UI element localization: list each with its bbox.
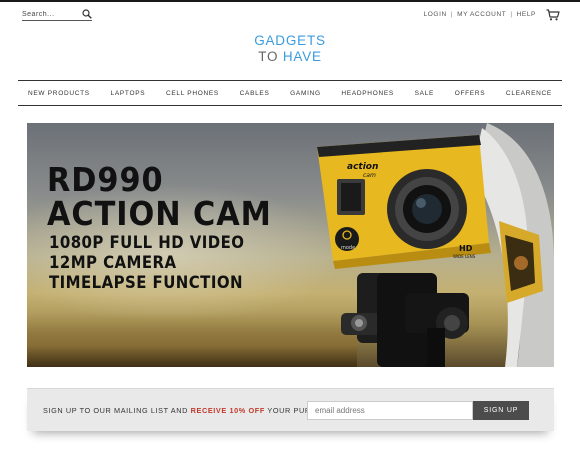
search-input[interactable] (22, 9, 78, 20)
camera-brand-text: action (347, 162, 378, 172)
email-field[interactable] (307, 401, 473, 420)
camera-lens-text: WIDE LENS (453, 254, 476, 259)
banner-specs: 1080P FULL HD VIDEO 12MP CAMERA TIMELAPS… (49, 233, 244, 293)
login-link[interactable]: LOGIN (424, 11, 447, 18)
nav-item-headphones[interactable]: HEADPHONES (341, 90, 394, 97)
site-logo[interactable]: GADGETS TO HAVE (0, 33, 580, 65)
search-box[interactable] (22, 9, 92, 21)
main-nav: NEW PRODUCTS LAPTOPS CELL PHONES CABLES … (18, 80, 562, 106)
spec-video: 1080P FULL HD VIDEO (49, 233, 245, 253)
nav-item-clearence[interactable]: CLEARENCE (506, 90, 552, 97)
camera-mode-label: mode (341, 245, 355, 251)
sign-up-button[interactable]: SIGN UP (473, 401, 529, 420)
banner-model: RD990 (47, 160, 164, 199)
spec-timelapse: TIMELAPSE FUNCTION (49, 273, 243, 293)
logo-line-1: GADGETS (254, 33, 326, 48)
banner-product: ACTION CAM (47, 194, 272, 233)
nav-item-cables[interactable]: CABLES (240, 90, 270, 97)
search-icon[interactable] (82, 9, 92, 19)
discount-highlight: RECEIVE 10% OFF (190, 406, 265, 415)
nav-item-new-products[interactable]: NEW PRODUCTS (28, 90, 90, 97)
logo-line-2: TO HAVE (0, 49, 580, 65)
camera-sub-text: cam (363, 172, 376, 179)
camera-hd-text: HD (459, 244, 473, 253)
spec-camera: 12MP CAMERA (49, 253, 177, 273)
mailing-list-text: SIGN UP TO OUR MAILING LIST AND RECEIVE … (43, 406, 339, 415)
nav-item-sale[interactable]: SALE (415, 90, 434, 97)
top-border (0, 0, 580, 2)
logo-line-2-accent: HAVE (282, 49, 322, 64)
mailing-list-bar: SIGN UP TO OUR MAILING LIST AND RECEIVE … (27, 388, 554, 431)
nav-item-cell-phones[interactable]: CELL PHONES (166, 90, 219, 97)
hero-banner[interactable]: RD990 ACTION CAM 1080P FULL HD VIDEO 12M… (27, 123, 554, 367)
help-link[interactable]: HELP (517, 11, 536, 18)
banner-headline: RD990 ACTION CAM (47, 163, 272, 231)
nav-item-laptops[interactable]: LAPTOPS (111, 90, 146, 97)
action-camera-image: action cam mode HD WIDE LENS (317, 123, 554, 367)
nav-item-gaming[interactable]: GAMING (290, 90, 321, 97)
my-account-link[interactable]: MY ACCOUNT (457, 11, 506, 18)
logo-line-2-prefix: TO (258, 49, 283, 64)
account-links: LOGIN | MY ACCOUNT | HELP (424, 11, 536, 18)
nav-item-offers[interactable]: OFFERS (455, 90, 486, 97)
cart-icon[interactable] (546, 9, 560, 21)
mailing-text-before: SIGN UP TO OUR MAILING LIST AND (43, 406, 191, 415)
separator: | (450, 11, 454, 18)
separator: | (510, 11, 513, 18)
